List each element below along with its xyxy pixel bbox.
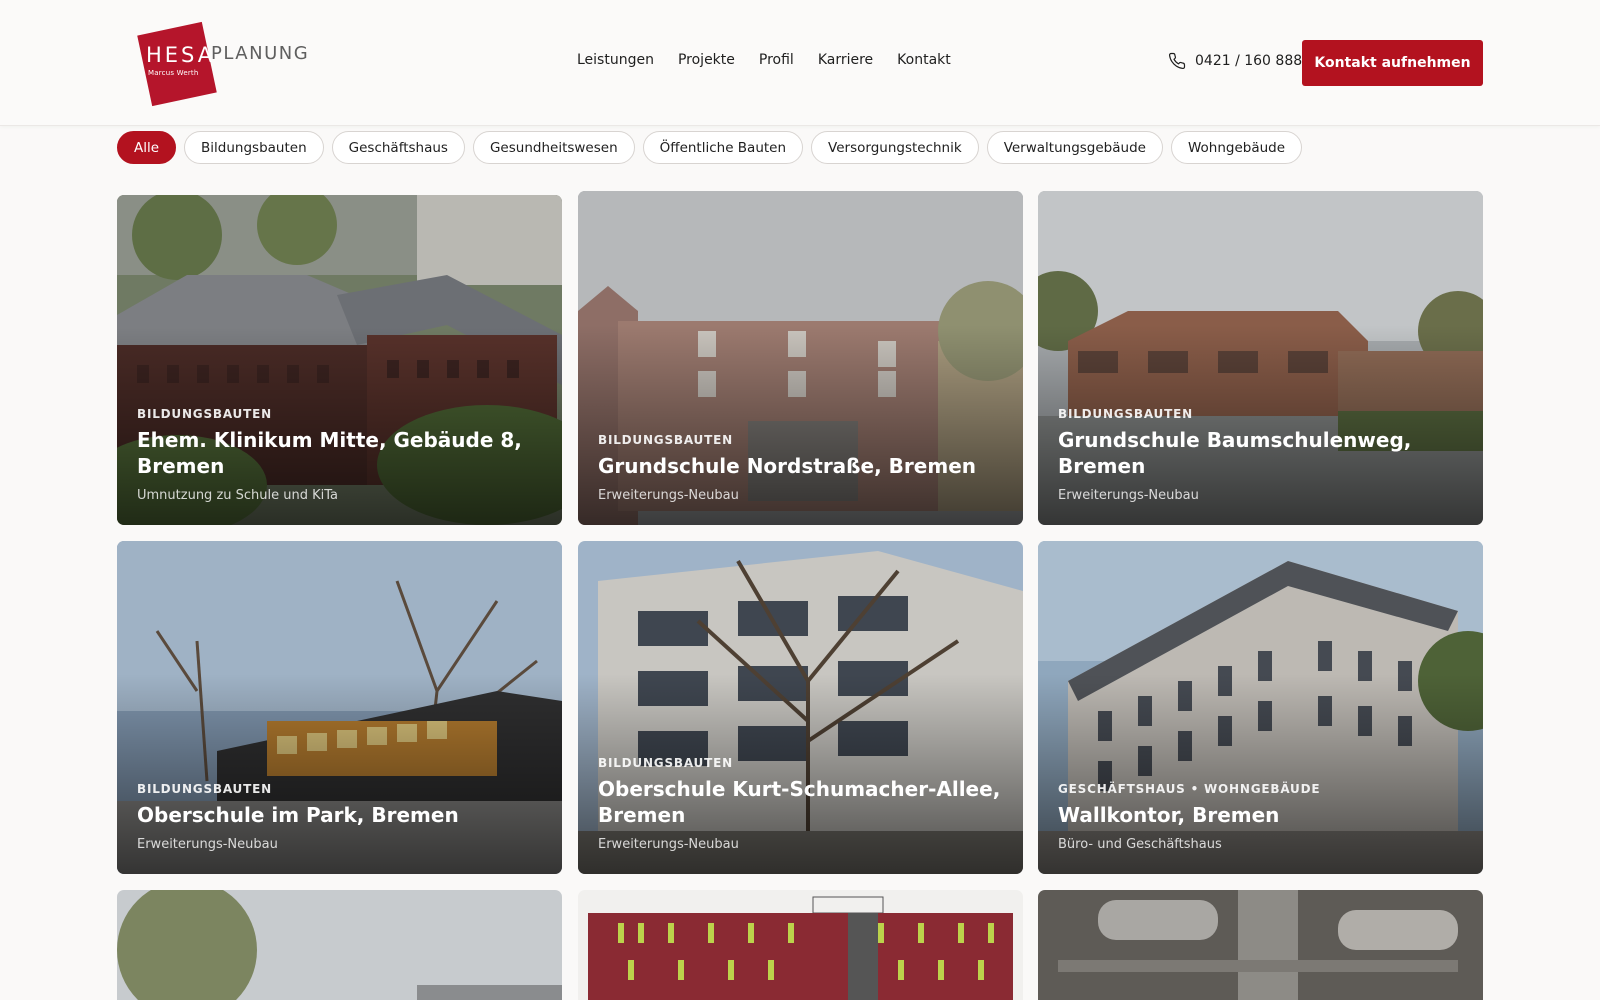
project-card[interactable]: BILDUNGSBAUTEN Oberschule im Park, Breme… (117, 541, 562, 874)
logo-hesa-text: HESA (146, 43, 216, 67)
nav-kontakt[interactable]: Kontakt (897, 52, 951, 68)
project-card[interactable]: BILDUNGSBAUTEN Grundschule Nordstraße, B… (578, 191, 1023, 525)
nav-projekte[interactable]: Projekte (678, 52, 735, 68)
card-title: Grundschule Nordstraße, Bremen (598, 454, 976, 478)
card-subtitle: Erweiterungs-Neubau (598, 837, 739, 852)
phone-icon (1168, 52, 1186, 70)
card-text: BILDUNGSBAUTEN Ehem. Klinikum Mitte, Geb… (137, 407, 542, 503)
filter-verwaltungsgebaeude[interactable]: Verwaltungsgebäude (986, 131, 1163, 164)
card-text: BILDUNGSBAUTEN Grundschule Baumschulenwe… (1058, 407, 1463, 503)
filter-versorgungstechnik[interactable]: Versorgungstechnik (811, 131, 979, 164)
filter-alle[interactable]: Alle (117, 131, 177, 164)
card-text: GESCHÄFTSHAUS • WOHNGEBÄUDE Wallkontor, … (1058, 782, 1463, 852)
contact-cta-button[interactable]: Kontakt aufnehmen (1302, 40, 1483, 86)
project-card[interactable]: BILDUNGSBAUTEN Oberschule Kurt-Schumache… (578, 541, 1023, 874)
project-filter-bar: Alle Bildungsbauten Geschäftshaus Gesund… (117, 131, 1303, 164)
project-card[interactable]: BILDUNGSBAUTEN Ehem. Klinikum Mitte, Geb… (117, 195, 562, 525)
project-image-partial-2 (578, 890, 1023, 1000)
logo-planung-text: PLANUNG (211, 43, 310, 64)
card-category: BILDUNGSBAUTEN (1058, 407, 1193, 421)
filter-oeffentliche-bauten[interactable]: Öffentliche Bauten (642, 131, 804, 164)
card-subtitle: Erweiterungs-Neubau (1058, 488, 1199, 503)
card-title: Oberschule Kurt-Schumacher-Allee, Bremen (598, 777, 1001, 827)
card-subtitle: Büro- und Geschäftshaus (1058, 837, 1222, 852)
project-card[interactable] (578, 890, 1023, 1000)
card-text: BILDUNGSBAUTEN Oberschule Kurt-Schumache… (598, 756, 1003, 852)
card-title: Oberschule im Park, Bremen (137, 803, 459, 827)
project-image-partial-3 (1038, 890, 1483, 1000)
project-card[interactable] (1038, 890, 1483, 1000)
card-category: BILDUNGSBAUTEN (137, 407, 272, 421)
card-text: BILDUNGSBAUTEN Grundschule Nordstraße, B… (598, 433, 1003, 503)
project-image-partial-1 (117, 890, 562, 1000)
card-subtitle: Erweiterungs-Neubau (598, 488, 739, 503)
nav-karriere[interactable]: Karriere (818, 52, 873, 68)
card-subtitle: Umnutzung zu Schule und KiTa (137, 488, 339, 503)
nav-profil[interactable]: Profil (759, 52, 794, 68)
project-card[interactable]: BILDUNGSBAUTEN Grundschule Baumschulenwe… (1038, 191, 1483, 525)
card-title: Wallkontor, Bremen (1058, 803, 1280, 827)
filter-geschaeftshaus[interactable]: Geschäftshaus (331, 131, 465, 164)
main-nav: Leistungen Projekte Profil Karriere Kont… (577, 52, 975, 68)
filter-bildungsbauten[interactable]: Bildungsbauten (184, 131, 324, 164)
card-text: BILDUNGSBAUTEN Oberschule im Park, Breme… (137, 782, 542, 852)
filter-wohngebaeude[interactable]: Wohngebäude (1170, 131, 1303, 164)
card-category: BILDUNGSBAUTEN (137, 782, 272, 796)
card-category: BILDUNGSBAUTEN (598, 433, 733, 447)
card-category: GESCHÄFTSHAUS • WOHNGEBÄUDE (1058, 782, 1321, 796)
project-card[interactable]: GESCHÄFTSHAUS • WOHNGEBÄUDE Wallkontor, … (1038, 541, 1483, 874)
site-header: HESA Marcus Werth PLANUNG Leistungen Pro… (0, 0, 1600, 126)
hesa-planung-logo[interactable]: HESA Marcus Werth PLANUNG (137, 21, 310, 110)
logo-sub-text: Marcus Werth (148, 69, 199, 77)
phone-number: 0421 / 160 888 (1195, 53, 1303, 69)
filter-gesundheitswesen[interactable]: Gesundheitswesen (472, 131, 635, 164)
card-title: Grundschule Baumschulenweg, Bremen (1058, 428, 1412, 478)
card-title: Ehem. Klinikum Mitte, Gebäude 8, Bremen (137, 428, 522, 478)
project-card[interactable] (117, 890, 562, 1000)
phone-link[interactable]: 0421 / 160 888 (1168, 52, 1302, 70)
card-subtitle: Erweiterungs-Neubau (137, 837, 278, 852)
card-category: BILDUNGSBAUTEN (598, 756, 733, 770)
nav-leistungen[interactable]: Leistungen (577, 52, 654, 68)
